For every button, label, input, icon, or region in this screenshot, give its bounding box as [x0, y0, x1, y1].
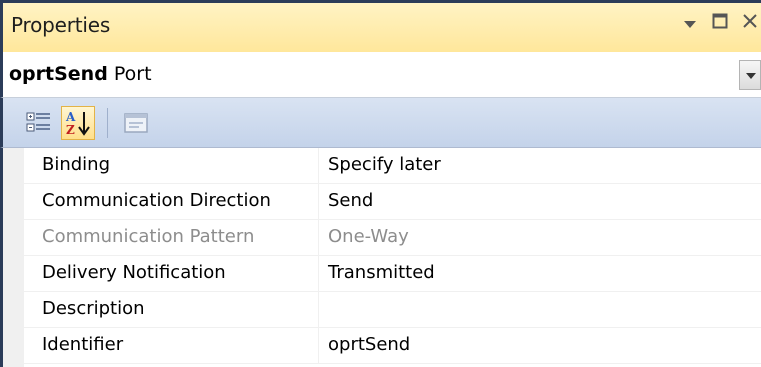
property-pages-icon[interactable] — [119, 106, 153, 140]
property-name: Delivery Notification — [24, 256, 319, 292]
property-value[interactable]: Specify later — [320, 148, 761, 184]
property-grid-gutter — [3, 148, 24, 367]
property-value: One-Way — [328, 226, 409, 247]
property-row-identifier[interactable]: Identifier oprtSend — [24, 328, 761, 364]
title-bar[interactable]: Properties — [0, 0, 761, 52]
alphabetical-sort-icon[interactable]: A Z — [61, 106, 95, 140]
property-name: Communication Pattern — [24, 220, 319, 256]
property-name: Description — [24, 292, 319, 328]
selected-object: oprtSend Port — [9, 63, 152, 85]
property-value[interactable]: Transmitted — [320, 256, 761, 292]
categorized-icon[interactable] — [23, 106, 57, 140]
property-row-binding[interactable]: Binding Specify later — [24, 148, 761, 184]
svg-text:Z: Z — [66, 123, 75, 137]
maximize-icon[interactable] — [709, 11, 731, 37]
property-row-delivery-notification[interactable]: Delivery Notification Transmitted — [24, 256, 761, 292]
property-value[interactable] — [320, 292, 761, 328]
close-icon[interactable] — [739, 11, 761, 37]
object-type: Port — [113, 63, 152, 85]
window-position-dropdown-icon[interactable] — [679, 11, 701, 37]
property-name: Binding — [24, 148, 319, 184]
svg-text:A: A — [65, 110, 76, 124]
property-name: Communication Direction — [24, 184, 319, 220]
chevron-down-icon[interactable] — [739, 60, 761, 90]
property-grid: Binding Specify later Communication Dire… — [0, 148, 761, 367]
object-selector[interactable]: oprtSend Port — [0, 52, 761, 98]
properties-window: Properties oprtSend Port A Z Binding Spe… — [0, 0, 761, 367]
property-row-description[interactable]: Description — [24, 292, 761, 328]
property-value[interactable]: oprtSend — [320, 328, 761, 364]
object-name: oprtSend — [9, 63, 108, 85]
property-row-communication-pattern: Communication Pattern One-Way — [24, 220, 761, 256]
property-value[interactable]: Send — [320, 184, 761, 220]
panel-title: Properties — [11, 13, 111, 37]
toolbar: A Z — [0, 98, 761, 148]
toolbar-separator — [107, 108, 108, 138]
property-row-communication-direction[interactable]: Communication Direction Send — [24, 184, 761, 220]
property-name: Identifier — [24, 328, 319, 364]
